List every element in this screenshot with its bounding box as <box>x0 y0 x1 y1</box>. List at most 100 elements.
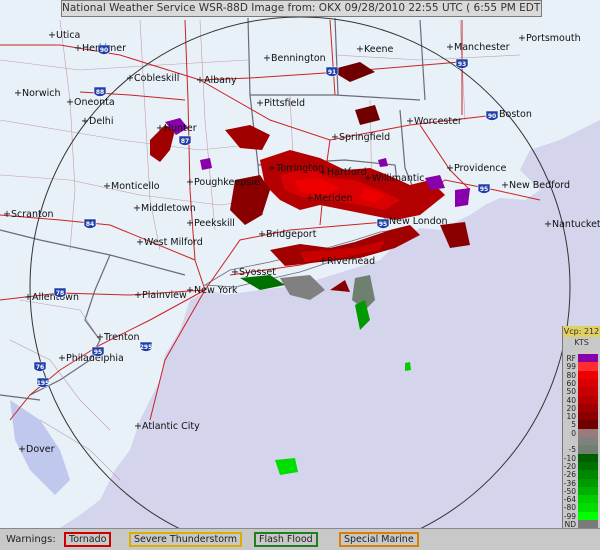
city-marker-icon: + <box>66 97 74 108</box>
city-marker-icon: + <box>263 53 271 64</box>
shield-label: 95 <box>94 349 102 356</box>
city-new-bedford: + New Bedford <box>501 180 570 191</box>
city-label: Delhi <box>89 116 113 127</box>
city-dover: + Dover <box>18 444 55 455</box>
city-marker-icon: + <box>186 285 194 296</box>
city-marker-icon: + <box>186 218 194 229</box>
header-bar: National Weather Service WSR-88D Image f… <box>61 0 542 17</box>
city-marker-icon: + <box>319 167 327 178</box>
city-marker-icon: + <box>364 173 372 184</box>
warnings-bar: Warnings: Tornado Severe Thunderstorm Fl… <box>0 528 600 550</box>
city-marker-icon: + <box>3 209 11 220</box>
city-label: Providence <box>454 163 506 174</box>
shield-label: 84 <box>86 221 94 228</box>
shield-label: 78 <box>56 290 64 297</box>
city-label: Middletown <box>141 203 196 214</box>
city-marker-icon: + <box>136 237 144 248</box>
city-west-milford: + West Milford <box>136 237 203 248</box>
city-label: Norwich <box>22 88 60 99</box>
city-marker-icon: + <box>331 132 339 143</box>
city-label: West Milford <box>144 237 203 248</box>
city-marker-icon: + <box>501 180 509 191</box>
city-marker-icon: + <box>18 444 26 455</box>
city-plainview: + Plainview <box>134 290 187 301</box>
tornado-warning-key: Tornado <box>64 532 112 547</box>
shield-label: 93 <box>458 61 466 68</box>
interstate-shield-icon: 95 <box>376 218 390 229</box>
city-bridgeport: + Bridgeport <box>258 229 317 240</box>
city-torrington: + Torrington <box>268 163 324 174</box>
header-title: National Weather Service WSR-88D Image f… <box>62 2 542 14</box>
city-scranton: + Scranton <box>3 209 54 220</box>
city-marker-icon: + <box>96 332 104 343</box>
radar-map: +Utica+Herkimer+Cobleskill+Albany+Bennin… <box>0 0 600 550</box>
city-label: Willimantic <box>372 173 424 184</box>
city-label: Meriden <box>314 193 352 204</box>
city-utica: + Utica <box>48 30 80 41</box>
shield-label: 295 <box>140 344 153 351</box>
city-bennington: + Bennington <box>263 53 326 64</box>
city-label: Cobleskill <box>134 73 179 84</box>
severe-thunderstorm-warning-key: Severe Thunderstorm <box>129 532 243 547</box>
city-marker-icon: + <box>156 123 164 134</box>
city-label: Peekskill <box>194 218 235 229</box>
city-label: Atlantic City <box>142 421 200 432</box>
city-label: Oneonta <box>74 97 115 108</box>
city-albany: + Albany <box>196 75 237 86</box>
city-label: Torrington <box>275 163 324 174</box>
city-meriden: + Meriden <box>306 193 352 204</box>
interstate-shield-icon: 84 <box>83 218 97 229</box>
shield-label: 95 <box>480 186 488 193</box>
city-marker-icon: + <box>258 229 266 240</box>
shield-label: 88 <box>96 89 104 96</box>
city-riverhead: + Riverhead <box>319 256 375 267</box>
interstate-shield-icon: 90 <box>97 44 111 55</box>
city-pittsfield: + Pittsfield <box>256 98 305 109</box>
interstate-shield-icon: 295 <box>139 341 153 352</box>
city-label: Pittsfield <box>264 98 305 109</box>
city-label: Worcester <box>414 116 462 127</box>
shield-label: 195 <box>37 380 50 387</box>
city-allentown: + Allentown <box>24 292 79 303</box>
city-marker-icon: + <box>518 33 526 44</box>
city-marker-icon: + <box>544 219 552 230</box>
city-label: Nantucket <box>552 219 600 230</box>
city-manchester: + Manchester <box>446 42 510 53</box>
city-label: New Bedford <box>509 180 570 191</box>
city-marker-icon: + <box>268 163 276 174</box>
city-marker-icon: + <box>406 116 414 127</box>
city-marker-icon: + <box>186 177 194 188</box>
interstate-shield-icon: 76 <box>33 361 47 372</box>
city-monticello: + Monticello <box>103 181 160 192</box>
city-marker-icon: + <box>48 30 56 41</box>
city-hartford: + Hartford <box>319 167 367 178</box>
shield-label: 90 <box>488 113 496 120</box>
city-marker-icon: + <box>306 193 314 204</box>
units-label: KTS <box>574 338 589 347</box>
interstate-shield-icon: 78 <box>53 287 67 298</box>
city-marker-icon: + <box>134 421 142 432</box>
city-label: Springfield <box>339 132 390 143</box>
city-label: Utica <box>56 30 80 41</box>
city-new-york: + New York <box>186 285 238 296</box>
city-label: Scranton <box>11 209 54 220</box>
city-poughkeepsie: + Poughkeepsie <box>186 177 260 188</box>
city-hunter: + Hunter <box>156 123 197 134</box>
city-middletown: + Middletown <box>133 203 196 214</box>
city-oneonta: + Oneonta <box>66 97 115 108</box>
city-label: Riverhead <box>327 256 375 267</box>
city-label: Trenton <box>103 332 140 343</box>
city-marker-icon: + <box>58 353 66 364</box>
city-marker-icon: + <box>231 267 239 278</box>
city-providence: + Providence <box>446 163 506 174</box>
city-label: Hartford <box>327 167 367 178</box>
interstate-shield-icon: 95 <box>477 183 491 194</box>
shield-label: 87 <box>181 138 189 145</box>
interstate-shield-icon: 88 <box>93 86 107 97</box>
city-label: Plainview <box>142 290 187 301</box>
city-marker-icon: + <box>319 256 327 267</box>
city-marker-icon: + <box>134 290 142 301</box>
city-label: Bennington <box>271 53 326 64</box>
city-label: Hunter <box>164 123 197 134</box>
city-marker-icon: + <box>256 98 264 109</box>
